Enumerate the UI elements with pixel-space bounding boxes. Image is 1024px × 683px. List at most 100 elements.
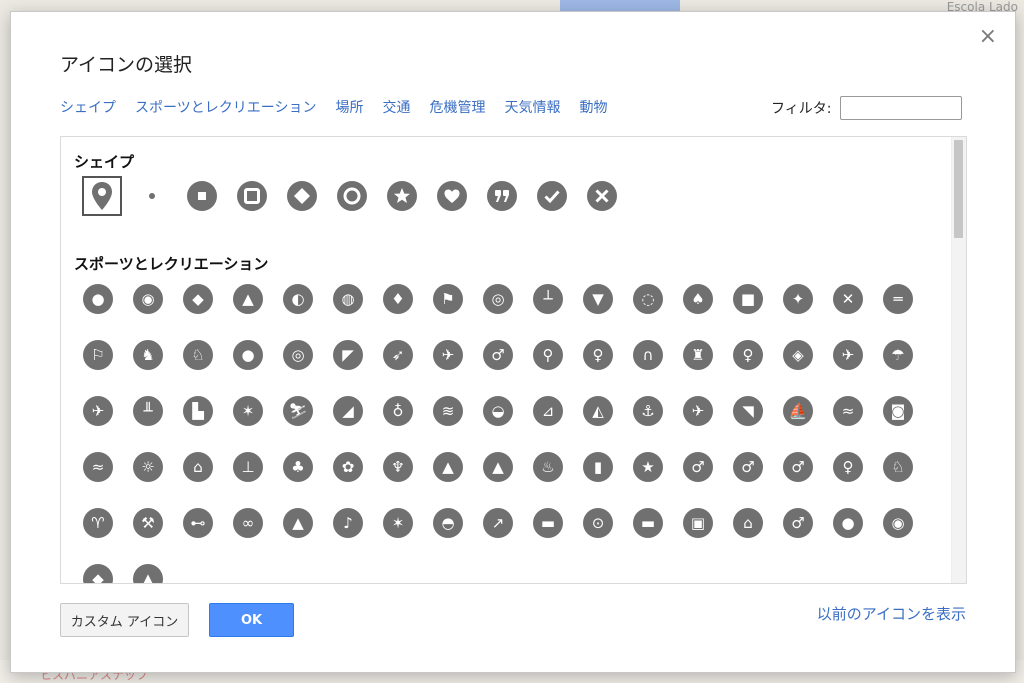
shape-circle-square[interactable] [177, 175, 227, 217]
sledding-icon[interactable]: ◢ [333, 396, 363, 426]
curling-icon[interactable]: ┴ [533, 284, 563, 314]
mountain-icon[interactable]: ★ [633, 452, 663, 482]
deer-icon[interactable]: ∞ [233, 508, 263, 538]
deciduous-tree-icon[interactable]: ♨ [533, 452, 563, 482]
golf-flag-icon[interactable]: ⚑ [433, 284, 463, 314]
shape-star[interactable] [377, 175, 427, 217]
windsurf-icon[interactable]: ◙ [883, 396, 913, 426]
fishing-icon[interactable]: ♣ [283, 452, 313, 482]
jet-ski-icon[interactable]: ⊿ [533, 396, 563, 426]
ski-jump-icon[interactable]: ≋ [433, 396, 463, 426]
scrollbar[interactable] [951, 137, 966, 583]
checkered-flag-icon[interactable]: ⚐ [83, 340, 113, 370]
dancer-icon[interactable]: ♀ [583, 340, 613, 370]
tennis-ball-icon[interactable]: ◌ [633, 284, 663, 314]
skater-icon[interactable]: ♀ [733, 340, 763, 370]
binoculars-icon[interactable]: ◓ [433, 508, 463, 538]
rodeo-icon[interactable]: ♞ [133, 340, 163, 370]
hot-spring-icon[interactable]: ♂ [733, 452, 763, 482]
racket-icon[interactable]: ♠ [683, 284, 713, 314]
sailboat-icon[interactable]: ✈ [683, 396, 713, 426]
dumbbell-icon[interactable]: ═ [883, 284, 913, 314]
climbing-wall-icon[interactable]: ♜ [683, 340, 713, 370]
baseball-icon[interactable]: ● [83, 284, 113, 314]
runner-icon[interactable]: ✈ [433, 340, 463, 370]
golfer-icon[interactable]: ♦ [383, 284, 413, 314]
shape-rounded-square[interactable] [227, 175, 277, 217]
boxing-glove-icon[interactable]: ■ [733, 284, 763, 314]
close-icon[interactable]: × [979, 26, 997, 48]
camper-icon[interactable]: ⌂ [733, 508, 763, 538]
shape-diamond[interactable] [277, 175, 327, 217]
ice-skate-icon[interactable]: ▙ [183, 396, 213, 426]
martial-arts-icon[interactable]: ✦ [783, 284, 813, 314]
climbing-icon[interactable]: ∩ [633, 340, 663, 370]
bowling-ball-icon[interactable]: ● [233, 340, 263, 370]
shape-quote[interactable] [477, 175, 527, 217]
binoculars-person-icon[interactable]: ⊷ [183, 508, 213, 538]
hatchet-icon[interactable]: ▣ [683, 508, 713, 538]
cyclist-icon[interactable]: ⚲ [533, 340, 563, 370]
volleyball-icon[interactable]: ◍ [333, 284, 363, 314]
backpacker-icon[interactable]: ♈ [83, 508, 113, 538]
billiards-icon[interactable]: ◎ [283, 340, 313, 370]
playground-icon[interactable]: ♆ [383, 452, 413, 482]
tennis-player-icon[interactable]: ▲ [133, 564, 163, 583]
swimmer-icon[interactable]: ⌂ [183, 452, 213, 482]
skier-icon[interactable]: ✶ [233, 396, 263, 426]
playhouse-icon[interactable]: ◆ [83, 564, 113, 583]
shape-cross[interactable] [577, 175, 627, 217]
shape-ring[interactable] [327, 175, 377, 217]
rv-icon[interactable]: ● [833, 508, 863, 538]
rugby-icon[interactable]: ◐ [283, 284, 313, 314]
swimming-icon[interactable]: ≈ [83, 452, 113, 482]
motorcycle-icon[interactable]: ♂ [783, 508, 813, 538]
caravan-icon[interactable]: ◉ [883, 508, 913, 538]
skateboard-icon[interactable]: ✈ [833, 340, 863, 370]
paragliding-icon[interactable]: ☂ [883, 340, 913, 370]
couple-hiking-icon[interactable]: ⚒ [133, 508, 163, 538]
bowling-pins-icon[interactable]: ▼ [583, 284, 613, 314]
football-icon[interactable]: ◆ [183, 284, 213, 314]
tab-places[interactable]: 場所 [335, 97, 363, 117]
picnic-table-icon[interactable]: ▲ [433, 452, 463, 482]
horse-icon[interactable]: ♘ [183, 340, 213, 370]
pine-tree-icon[interactable]: ▲ [483, 452, 513, 482]
snowboard-icon[interactable]: ✈ [83, 396, 113, 426]
magnifier-ball-icon[interactable]: ◎ [483, 284, 513, 314]
ski-walker-icon[interactable]: ◒ [483, 396, 513, 426]
waterfall-icon[interactable]: ♂ [783, 452, 813, 482]
diving-mask-icon[interactable]: ☼ [133, 452, 163, 482]
archery-icon[interactable]: ➶ [383, 340, 413, 370]
rowing-icon[interactable]: ⚓ [633, 396, 663, 426]
cross-country-ski-icon[interactable]: ⛷ [283, 396, 313, 426]
fencing-icon[interactable]: ✕ [833, 284, 863, 314]
scrollbar-thumb[interactable] [954, 140, 963, 238]
shape-check[interactable] [527, 175, 577, 217]
volcano-icon[interactable]: ♂ [683, 452, 713, 482]
hiker-icon[interactable]: ♂ [483, 340, 513, 370]
telescope-icon[interactable]: ✶ [383, 508, 413, 538]
disc-icon[interactable]: ◈ [783, 340, 813, 370]
snowshoe-icon[interactable]: ♁ [383, 396, 413, 426]
shape-heart[interactable] [427, 175, 477, 217]
hockey-icon[interactable]: ╨ [133, 396, 163, 426]
guitar-icon[interactable]: ▬ [533, 508, 563, 538]
tab-animals[interactable]: 動物 [579, 97, 607, 117]
palm-tree-icon[interactable]: ▮ [583, 452, 613, 482]
campfire-icon[interactable]: ⊙ [583, 508, 613, 538]
tab-crisis[interactable]: 危機管理 [429, 97, 485, 117]
barbecue-icon[interactable]: ▬ [633, 508, 663, 538]
mining-icon[interactable]: ♪ [333, 508, 363, 538]
basketball-icon[interactable]: ◉ [133, 284, 163, 314]
show-previous-icons-link[interactable]: 以前のアイコンを表示 [817, 603, 966, 624]
waterski-icon[interactable]: ◥ [733, 396, 763, 426]
hiker-poles-icon[interactable]: ♘ [883, 452, 913, 482]
tab-shapes[interactable]: シェイプ [60, 97, 116, 117]
fish-icon[interactable]: ⊥ [233, 452, 263, 482]
bird-watch-icon[interactable]: ▲ [283, 508, 313, 538]
tab-weather[interactable]: 天気情報 [504, 97, 560, 117]
tab-sports[interactable]: スポーツとレクリエーション [135, 97, 316, 117]
ok-button[interactable]: OK [209, 603, 294, 637]
tent-icon[interactable]: ↗ [483, 508, 513, 538]
